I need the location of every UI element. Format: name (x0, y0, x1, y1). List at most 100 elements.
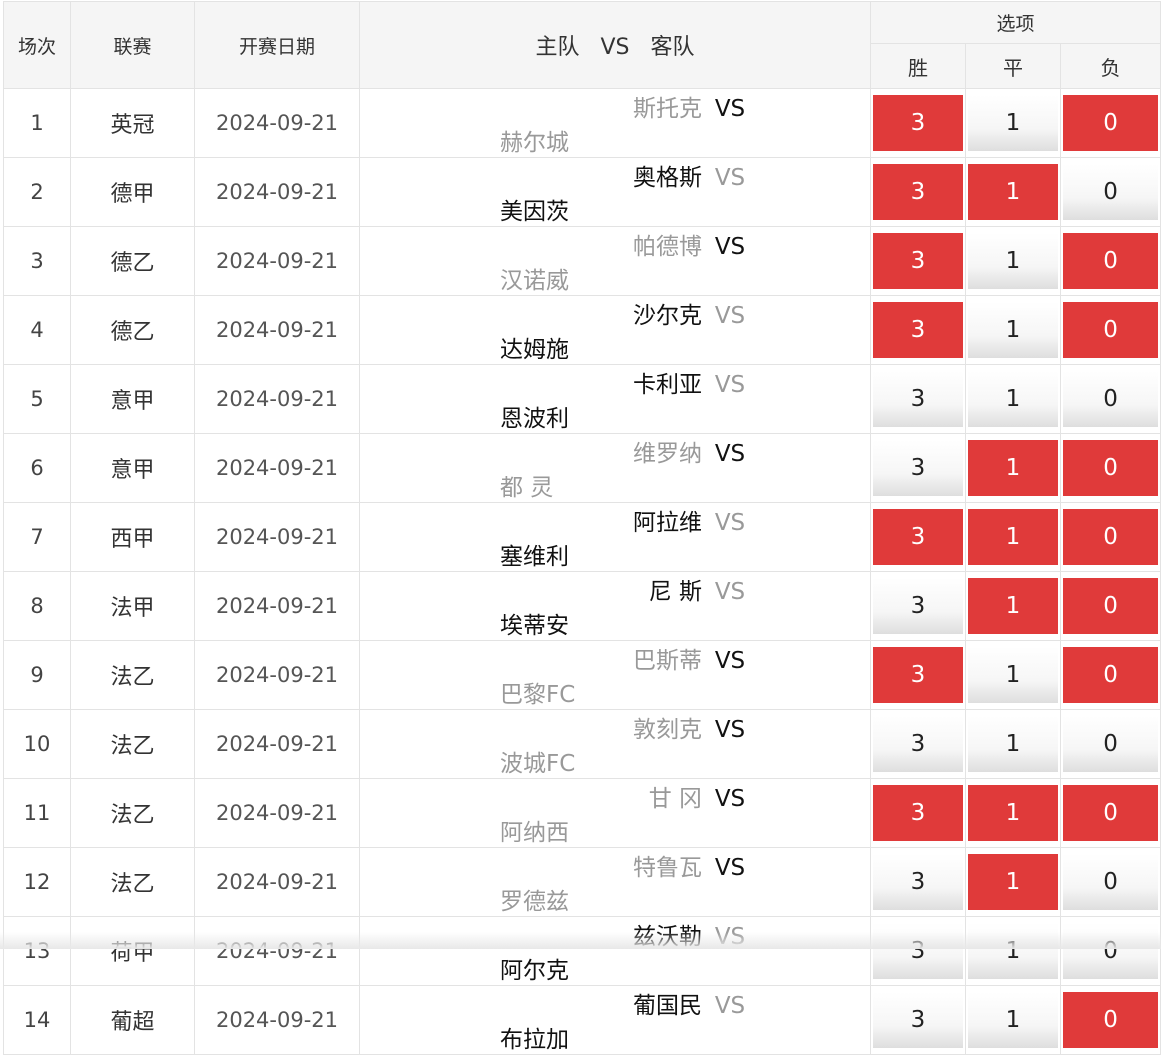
vs-label: VS (714, 579, 746, 605)
option-lose-button[interactable]: 0 (1063, 440, 1159, 496)
option-cell-draw: 1 (965, 916, 1061, 986)
option-win-button[interactable]: 3 (873, 992, 963, 1048)
option-lose-button[interactable]: 0 (1063, 647, 1159, 703)
option-lose-button[interactable]: 0 (1063, 992, 1159, 1048)
option-win-button[interactable]: 3 (873, 716, 963, 772)
option-win-button[interactable]: 3 (873, 371, 963, 427)
option-cell-win: 3 (870, 295, 966, 365)
table-row: 12 法乙 2024-09-21 特鲁瓦 VS 罗德兹 3 1 0 (3, 847, 1161, 917)
row-index: 9 (3, 640, 71, 710)
option-win-button[interactable]: 3 (873, 854, 963, 910)
option-lose-button[interactable]: 0 (1063, 233, 1159, 289)
option-lose-button[interactable]: 0 (1063, 95, 1159, 151)
option-win-button[interactable]: 3 (873, 302, 963, 358)
option-draw-button[interactable]: 1 (968, 992, 1058, 1048)
row-match: 维罗纳 VS 都 灵 (359, 433, 871, 503)
option-draw-button[interactable]: 1 (968, 647, 1058, 703)
row-index: 2 (3, 157, 71, 227)
option-win-button[interactable]: 3 (873, 95, 963, 151)
row-match: 沙尔克 VS 达姆施 (359, 295, 871, 365)
row-match: 尼 斯 VS 埃蒂安 (359, 571, 871, 641)
option-cell-win: 3 (870, 502, 966, 572)
row-match: 敦刻克 VS 波城FC (359, 709, 871, 779)
option-cell-lose: 0 (1059, 847, 1161, 917)
row-date: 2024-09-21 (194, 571, 360, 641)
option-win-button[interactable]: 3 (873, 647, 963, 703)
header-league: 联赛 (70, 1, 195, 89)
option-lose-button[interactable]: 0 (1063, 302, 1159, 358)
header-opt-lose: 负 (1059, 43, 1161, 89)
option-cell-lose: 0 (1059, 502, 1161, 572)
row-league: 意甲 (70, 433, 195, 503)
row-date: 2024-09-21 (194, 364, 360, 434)
option-draw-button[interactable]: 1 (968, 854, 1058, 910)
option-win-button[interactable]: 3 (873, 509, 963, 565)
option-draw-button[interactable]: 1 (968, 164, 1058, 220)
option-cell-win: 3 (870, 433, 966, 503)
row-index: 8 (3, 571, 71, 641)
option-lose-button[interactable]: 0 (1063, 509, 1159, 565)
option-cell-lose: 0 (1059, 295, 1161, 365)
option-draw-button[interactable]: 1 (968, 716, 1058, 772)
option-draw-button[interactable]: 1 (968, 302, 1058, 358)
option-draw-button[interactable]: 1 (968, 233, 1058, 289)
away-team: 阿纳西 (500, 820, 569, 846)
option-lose-button[interactable]: 0 (1063, 716, 1159, 772)
row-match: 帕德博 VS 汉诺威 (359, 226, 871, 296)
row-match: 巴斯蒂 VS 巴黎FC (359, 640, 871, 710)
option-cell-lose: 0 (1059, 916, 1161, 986)
home-team: 帕德博 (633, 234, 702, 260)
option-win-button[interactable]: 3 (873, 578, 963, 634)
bottom-fade (0, 932, 1161, 949)
table-row: 3 德乙 2024-09-21 帕德博 VS汉诺威 3 1 0 (3, 226, 1161, 296)
option-lose-button[interactable]: 0 (1063, 854, 1159, 910)
away-team: 罗德兹 (500, 889, 569, 915)
row-league: 法乙 (70, 778, 195, 848)
option-cell-draw: 1 (965, 157, 1061, 227)
option-draw-button[interactable]: 1 (968, 371, 1058, 427)
row-league: 德甲 (70, 157, 195, 227)
option-cell-draw: 1 (965, 226, 1061, 296)
option-cell-draw: 1 (965, 985, 1061, 1055)
row-date: 2024-09-21 (194, 226, 360, 296)
header-index: 场次 (3, 1, 71, 89)
option-lose-button[interactable]: 0 (1063, 578, 1159, 634)
row-date: 2024-09-21 (194, 985, 360, 1055)
away-team: 布拉加 (500, 1027, 569, 1053)
option-cell-draw: 1 (965, 709, 1061, 779)
option-draw-button[interactable]: 1 (968, 785, 1058, 841)
row-match: 奥格斯 VS 美因茨 (359, 157, 871, 227)
vs-label: VS (714, 855, 746, 881)
row-league: 葡超 (70, 985, 195, 1055)
vs-label: VS (714, 786, 746, 812)
row-index: 3 (3, 226, 71, 296)
vs-label: VS (714, 234, 746, 260)
option-cell-win: 3 (870, 916, 966, 986)
row-index: 12 (3, 847, 71, 917)
option-win-button[interactable]: 3 (873, 164, 963, 220)
row-index: 13 (3, 916, 71, 986)
option-lose-button[interactable]: 0 (1063, 371, 1159, 427)
home-team: 维罗纳 (633, 441, 702, 467)
option-cell-win: 3 (870, 847, 966, 917)
option-lose-button[interactable]: 0 (1063, 164, 1159, 220)
option-win-button[interactable]: 3 (873, 440, 963, 496)
option-draw-button[interactable]: 1 (968, 95, 1058, 151)
away-team: 巴黎FC (500, 682, 576, 708)
option-draw-button[interactable]: 1 (968, 509, 1058, 565)
option-draw-button[interactable]: 1 (968, 440, 1058, 496)
vs-label: VS (714, 165, 746, 191)
option-cell-win: 3 (870, 640, 966, 710)
header-opt-draw: 平 (965, 43, 1061, 89)
match-table: 场次 联赛 开赛日期 主队 VS 客队 选项 胜 平 负 1 英冠 2024-09-… (3, 0, 1161, 1055)
option-draw-button[interactable]: 1 (968, 578, 1058, 634)
option-win-button[interactable]: 3 (873, 785, 963, 841)
row-date: 2024-09-21 (194, 88, 360, 158)
option-cell-win: 3 (870, 571, 966, 641)
row-index: 6 (3, 433, 71, 503)
table-row: 2 德甲 2024-09-21 奥格斯 VS 美因茨 3 1 0 (3, 157, 1161, 227)
option-win-button[interactable]: 3 (873, 233, 963, 289)
row-date: 2024-09-21 (194, 295, 360, 365)
row-date: 2024-09-21 (194, 709, 360, 779)
option-lose-button[interactable]: 0 (1063, 785, 1159, 841)
